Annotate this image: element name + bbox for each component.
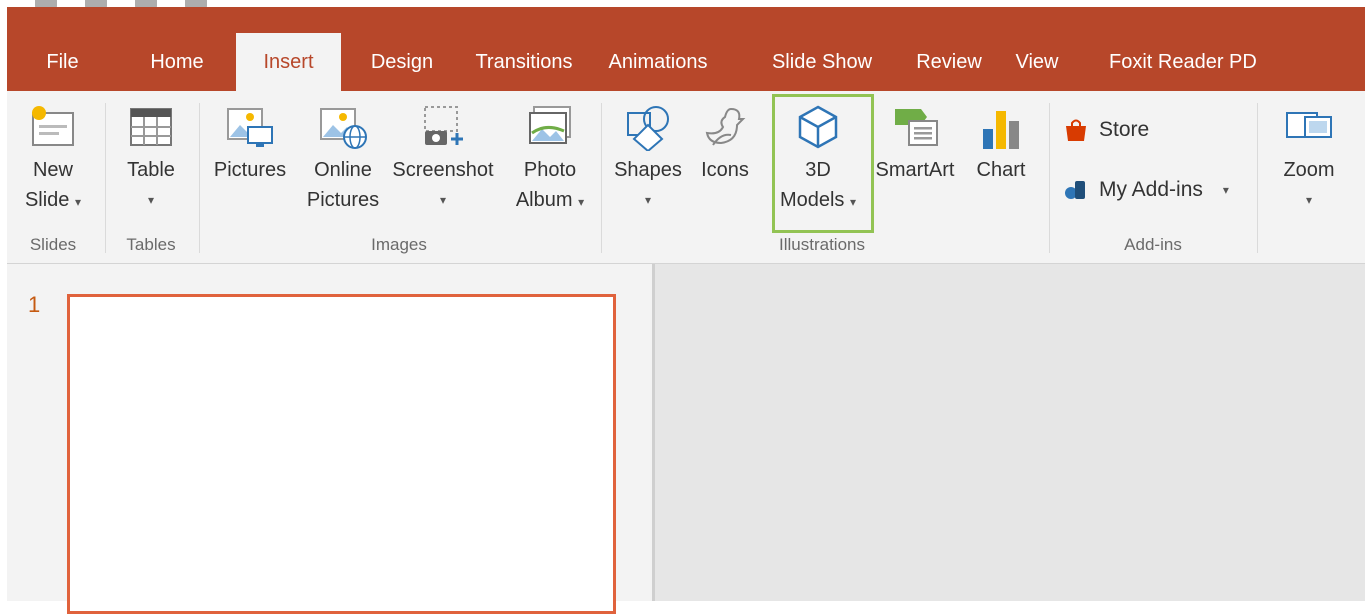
group-label-slides: Slides: [29, 235, 77, 254]
chevron-down-icon: ▾: [75, 195, 82, 209]
shapes-label: Shapes: [614, 159, 682, 181]
chevron-down-icon: ▾: [578, 195, 585, 209]
slide-number: 1: [28, 292, 41, 317]
tab-animations[interactable]: Animations: [585, 33, 731, 91]
screenshot-label: Screenshot: [392, 159, 494, 181]
photo-album-label-1: Photo: [523, 159, 577, 181]
smartart-label: SmartArt: [875, 159, 955, 181]
smartart-button[interactable]: SmartArt: [865, 103, 965, 185]
my-addins-label: My Add-ins: [1099, 178, 1203, 201]
group-label-illustrations: Illustrations: [779, 235, 865, 254]
table-label: Table: [127, 159, 175, 181]
tab-design[interactable]: Design: [341, 33, 463, 91]
store-label: Store: [1099, 118, 1150, 141]
photo-album-button[interactable]: Photo Album ▾: [507, 103, 593, 217]
tab-foxit-reader-pdf[interactable]: Foxit Reader PD: [1089, 33, 1285, 91]
tab-home[interactable]: Home: [118, 33, 236, 91]
icons-icon: [705, 107, 746, 146]
ribbon: New Slide ▾ Slides Table ▾ Tables Pictur…: [7, 91, 1365, 264]
chart-label: Chart: [976, 159, 1026, 181]
group-label-images: Images: [371, 235, 427, 254]
new-slide-label-2: Slide ▾: [15, 185, 91, 217]
tab-transitions[interactable]: Transitions: [463, 33, 585, 91]
shapes-button[interactable]: Shapes ▾: [607, 103, 689, 215]
slide-thumbnail[interactable]: [67, 294, 616, 614]
photo-album-label-2: Album ▾: [507, 185, 593, 217]
smartart-icon: [895, 109, 938, 146]
zoom-button[interactable]: Zoom ▾: [1269, 103, 1349, 215]
store-button[interactable]: Store: [1063, 117, 1149, 143]
tab-slide-show[interactable]: Slide Show: [731, 33, 913, 91]
screenshot-button[interactable]: Screenshot ▾: [385, 103, 501, 215]
zoom-icon: [1286, 112, 1332, 138]
my-addins-icon: [1065, 181, 1085, 199]
photo-album-label-2-text: Album: [515, 189, 573, 211]
tab-file[interactable]: File: [7, 33, 118, 91]
slide-editing-area[interactable]: [655, 264, 1365, 601]
table-icon: [130, 108, 172, 146]
tab-review[interactable]: Review: [913, 33, 985, 91]
table-button[interactable]: Table ▾: [111, 103, 191, 215]
group-divider: [1257, 103, 1258, 253]
zoom-label: Zoom: [1283, 159, 1335, 181]
shapes-icon: [627, 106, 669, 151]
chevron-down-icon: ▾: [1305, 193, 1313, 207]
chevron-down-icon: ▾: [147, 193, 155, 207]
tab-view[interactable]: View: [985, 33, 1089, 91]
pictures-button[interactable]: Pictures: [205, 103, 295, 185]
group-divider: [199, 103, 200, 253]
online-pictures-label-2: Pictures: [306, 189, 380, 211]
chevron-down-icon: ▾: [1222, 183, 1229, 197]
group-divider: [601, 103, 602, 253]
icons-button[interactable]: Icons: [691, 103, 759, 185]
store-icon: [1066, 119, 1086, 141]
group-label-tables: Tables: [126, 235, 176, 254]
group-label-addins: Add-ins: [1124, 235, 1182, 254]
chart-button[interactable]: Chart: [965, 103, 1037, 185]
new-slide-label-1: New: [32, 159, 73, 181]
new-slide-button[interactable]: New Slide ▾: [15, 103, 91, 217]
3d-models-highlight: [772, 94, 874, 233]
online-pictures-icon: [320, 108, 367, 149]
new-slide-icon: [32, 106, 74, 146]
online-pictures-label-1: Online: [314, 159, 372, 181]
ribbon-tabs: File Home Insert Design Transitions Anim…: [7, 33, 1285, 91]
group-divider: [105, 103, 106, 253]
new-slide-label-2-text: Slide: [24, 189, 70, 211]
photo-album-icon: [529, 106, 571, 144]
online-pictures-button[interactable]: Online Pictures: [301, 103, 385, 215]
group-divider: [1049, 103, 1050, 253]
my-addins-button[interactable]: My Add-ins ▾: [1063, 177, 1229, 203]
screenshot-icon: [424, 106, 463, 145]
pictures-label: Pictures: [213, 159, 287, 181]
chevron-down-icon: ▾: [439, 193, 447, 207]
chevron-down-icon: ▾: [644, 193, 652, 207]
pictures-icon: [227, 108, 273, 147]
bar-chart-icon: [983, 111, 1019, 149]
tab-insert[interactable]: Insert: [236, 33, 341, 91]
icons-label: Icons: [701, 159, 749, 181]
